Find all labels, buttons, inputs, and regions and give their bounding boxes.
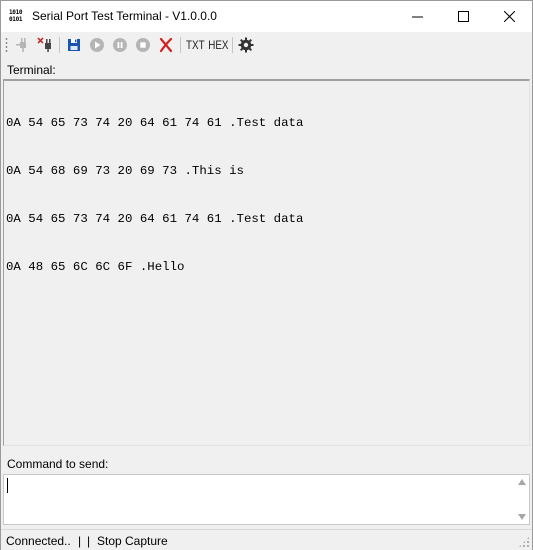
stop-button[interactable] <box>133 35 153 55</box>
plug-disconnect-icon <box>37 37 51 52</box>
minimize-button[interactable] <box>394 1 440 32</box>
terminal-line: 0A 54 65 73 74 20 64 61 74 61 .Test data <box>6 212 304 226</box>
maximize-button[interactable] <box>440 1 486 32</box>
play-icon <box>90 38 104 52</box>
plug-connect-icon <box>16 38 26 52</box>
status-separator: | <box>78 534 82 548</box>
terminal-output[interactable]: 0A 54 65 73 74 20 64 61 74 61 .Test data… <box>3 79 530 446</box>
clear-button[interactable] <box>156 35 176 55</box>
close-icon <box>503 11 515 22</box>
txt-mode-button[interactable]: TXT <box>184 35 206 55</box>
resize-grip[interactable] <box>518 536 530 548</box>
title-bar[interactable]: 1010 0101 Serial Port Test Terminal - V1… <box>1 1 532 32</box>
app-window: 1010 0101 Serial Port Test Terminal - V1… <box>0 0 533 550</box>
toolbar-separator <box>180 37 181 53</box>
toolbar-separator <box>232 37 233 53</box>
toolbar: TXT HEX <box>1 32 532 58</box>
stop-icon <box>136 38 150 52</box>
play-button[interactable] <box>87 35 107 55</box>
gear-icon <box>238 37 254 53</box>
connect-button[interactable] <box>13 35 33 55</box>
toolbar-grip[interactable] <box>5 37 8 53</box>
connection-status: Connected.. <box>6 534 71 548</box>
scroll-up-arrow-icon[interactable] <box>518 479 526 485</box>
save-button[interactable] <box>64 35 84 55</box>
command-label: Command to send: <box>7 457 109 471</box>
terminal-lines: 0A 54 65 73 74 20 64 61 74 61 .Test data… <box>6 83 303 307</box>
status-bar: Connected.. | | Stop Capture <box>1 529 532 550</box>
settings-button[interactable] <box>236 35 256 55</box>
scroll-down-arrow-icon[interactable] <box>518 514 526 520</box>
terminal-line: 0A 54 68 69 73 20 69 73 .This is <box>6 164 244 178</box>
pause-button[interactable] <box>110 35 130 55</box>
status-separator: | <box>87 534 91 548</box>
txt-label: TXT <box>185 38 205 52</box>
red-x-clear-icon <box>159 37 173 53</box>
minimize-icon <box>411 16 423 18</box>
hex-label: HEX <box>207 38 229 52</box>
floppy-save-icon <box>68 39 80 51</box>
text-caret <box>7 478 8 493</box>
close-button[interactable] <box>486 1 532 32</box>
terminal-label: Terminal: <box>7 63 56 77</box>
command-input[interactable] <box>3 474 530 525</box>
window-title: Serial Port Test Terminal - V1.0.0.0 <box>32 9 217 23</box>
disconnect-button[interactable] <box>35 35 55 55</box>
terminal-line: 0A 48 65 6C 6C 6F .Hello <box>6 260 185 274</box>
pause-icon <box>113 38 127 52</box>
maximize-icon <box>457 11 469 22</box>
hex-mode-button[interactable]: HEX <box>207 35 229 55</box>
app-binary-icon: 1010 0101 <box>9 9 23 23</box>
terminal-line: 0A 54 65 73 74 20 64 61 74 61 .Test data <box>6 116 304 130</box>
toolbar-separator <box>59 37 60 53</box>
stop-capture-status[interactable]: Stop Capture <box>97 534 168 548</box>
